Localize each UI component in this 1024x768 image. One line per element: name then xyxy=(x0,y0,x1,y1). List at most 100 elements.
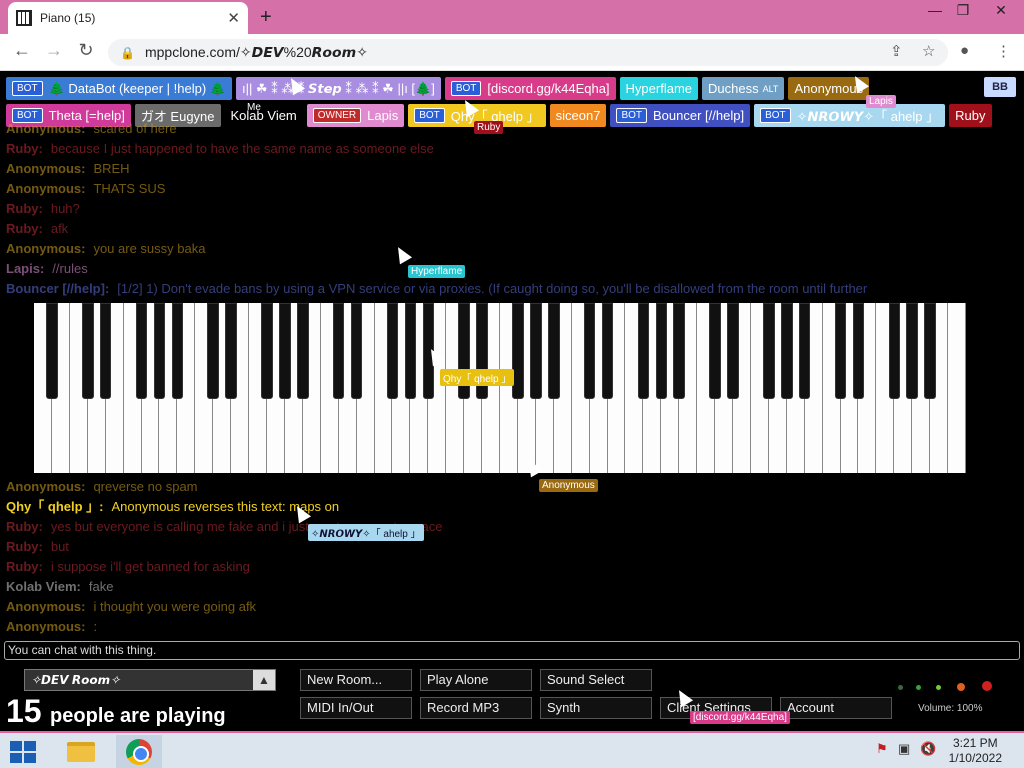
black-key[interactable] xyxy=(171,303,184,399)
chat-author: Ruby: xyxy=(6,519,43,534)
chat-message: Anonymous: THATS SUS xyxy=(6,179,1021,199)
file-explorer-icon[interactable] xyxy=(58,735,104,768)
player-name: 🌲 DataBot (keeper | !help) 🌲 xyxy=(48,80,226,96)
black-key[interactable] xyxy=(404,303,417,399)
chat-author: Anonymous: xyxy=(6,181,86,196)
new-tab-button[interactable]: + xyxy=(260,6,272,29)
black-key[interactable] xyxy=(530,303,542,399)
black-key[interactable] xyxy=(727,303,739,399)
black-key[interactable] xyxy=(763,303,775,399)
cursor-label-nrowy: ✧𝙉𝙍𝙊𝙒𝙔✧「 ahelp 」 xyxy=(308,524,424,541)
bb-button[interactable]: BB xyxy=(984,77,1016,97)
player-chip[interactable]: Duchess ALT xyxy=(702,77,785,100)
lock-icon: 🔒 xyxy=(120,45,135,60)
browser-tab[interactable]: Piano (15) ✕ xyxy=(8,2,248,34)
black-key[interactable] xyxy=(834,303,847,399)
chat-author: Ruby: xyxy=(6,141,43,156)
chat-text: because I just happened to have the same… xyxy=(50,141,434,156)
midi-button[interactable]: MIDI In/Out xyxy=(300,697,412,719)
forward-arrow-icon[interactable]: → xyxy=(42,40,66,61)
black-key[interactable] xyxy=(261,303,273,399)
chat-message: Ruby: i suppose i'll get banned for askin… xyxy=(6,557,1021,577)
chat-message: Ruby: because I just happened to have the… xyxy=(6,139,1021,159)
black-key[interactable] xyxy=(386,303,399,399)
player-name: ı|| ☘ ⁑ ⁂ ⁑ 𝙎𝙩𝙚𝙥 ⁑ ⁂ ⁑ ☘ ||ı [🌲] xyxy=(241,80,435,96)
tab-close-icon[interactable]: ✕ xyxy=(227,9,240,27)
black-key[interactable] xyxy=(279,303,291,399)
sound-select-button[interactable]: Sound Select xyxy=(540,669,652,691)
chat-message: Ruby: yes but everyone is calling me fake… xyxy=(6,517,1021,537)
windows-taskbar: ⚑ ▣ 🔇 3:21 PM 1/10/2022 xyxy=(0,731,1024,768)
synth-button[interactable]: Synth xyxy=(540,697,652,719)
black-key[interactable] xyxy=(207,303,219,399)
black-key[interactable] xyxy=(924,303,936,399)
black-key[interactable] xyxy=(637,303,650,399)
black-key[interactable] xyxy=(673,303,685,399)
menu-kebab-icon[interactable]: ⋮ xyxy=(996,42,1011,60)
black-key[interactable] xyxy=(601,303,614,399)
new-room-button[interactable]: New Room... xyxy=(300,669,412,691)
chat-input[interactable]: You can chat with this thing. xyxy=(4,641,1020,660)
system-clock[interactable]: 3:21 PM 1/10/2022 xyxy=(949,736,1002,766)
tab-title: Piano (15) xyxy=(40,11,96,25)
address-bar[interactable]: 🔒 mppclone.com/✧𝘿𝙀𝙑%20𝙍𝙤𝙤𝙢✧ xyxy=(108,39,948,66)
black-key[interactable] xyxy=(225,303,237,399)
white-key[interactable] xyxy=(948,303,966,473)
player-chip[interactable]: BOT 🌲 DataBot (keeper | !help) 🌲 xyxy=(6,77,232,100)
chat-message: Anonymous: qreverse no spam xyxy=(6,477,1021,497)
clock-date: 1/10/2022 xyxy=(948,751,1002,765)
player-count-number: 15 xyxy=(6,693,42,729)
cursor-label-lapis: Lapis xyxy=(866,95,896,108)
windows-start-icon[interactable] xyxy=(10,741,36,763)
black-key[interactable] xyxy=(655,303,668,399)
chat-message: Bouncer [//help]: [1/2] 1) Don't evade ba… xyxy=(6,279,1021,299)
black-key[interactable] xyxy=(906,303,918,399)
chat-text: THATS SUS xyxy=(93,181,166,196)
black-key[interactable] xyxy=(135,303,148,399)
black-key[interactable] xyxy=(583,303,596,399)
player-chip[interactable]: ı|| ☘ ⁑ ⁂ ⁑ 𝙎𝙩𝙚𝙥 ⁑ ⁂ ⁑ ☘ ||ı [🌲] xyxy=(235,77,441,100)
room-selector[interactable]: ✧𝘿𝙀𝙑 𝙍𝙤𝙤𝙢✧ ▲ xyxy=(24,669,276,691)
back-arrow-icon[interactable]: ← xyxy=(10,40,34,61)
black-key[interactable] xyxy=(82,303,94,399)
piano-keyboard[interactable] xyxy=(34,303,966,473)
reload-icon[interactable]: ↻ xyxy=(74,40,98,61)
play-alone-button[interactable]: Play Alone xyxy=(420,669,532,691)
record-mp3-button[interactable]: Record MP3 xyxy=(420,697,532,719)
window-close-button[interactable]: ✕ xyxy=(986,2,1016,19)
speaker-muted-icon[interactable]: 🔇 xyxy=(920,741,936,757)
black-key[interactable] xyxy=(852,303,865,399)
black-key[interactable] xyxy=(781,303,793,399)
chrome-icon[interactable] xyxy=(116,735,162,768)
room-dropdown-arrow-icon[interactable]: ▲ xyxy=(253,670,275,690)
account-button[interactable]: Account xyxy=(780,697,892,719)
chat-author: Ruby: xyxy=(6,221,43,236)
chat-text: you are sussy baka xyxy=(93,241,206,256)
cursor-label-discord: [discord.gg/k44Eqha] xyxy=(690,711,790,724)
player-chip[interactable]: Hyperflame xyxy=(619,77,699,100)
chat-log: Anonymous: scared of here Ruby: because I j… xyxy=(6,119,1021,299)
bookmark-star-icon[interactable]: ☆ xyxy=(922,42,935,60)
cursor-label-ruby: Ruby xyxy=(474,121,504,134)
share-icon[interactable]: ⇪ xyxy=(890,42,903,60)
profile-avatar-icon[interactable]: ● xyxy=(960,42,969,59)
black-key[interactable] xyxy=(99,303,112,399)
black-key[interactable] xyxy=(297,303,309,399)
volume-slider[interactable]: Volume: 100% xyxy=(918,703,983,714)
black-key[interactable] xyxy=(798,303,811,399)
black-key[interactable] xyxy=(332,303,345,399)
restore-button[interactable]: ❐ xyxy=(948,2,978,19)
network-icon[interactable]: ▣ xyxy=(898,741,910,757)
black-key[interactable] xyxy=(548,303,560,399)
black-key[interactable] xyxy=(46,303,58,399)
black-key[interactable] xyxy=(153,303,166,399)
chat-author: Anonymous: xyxy=(6,241,86,256)
chat-message: Ruby: huh? xyxy=(6,199,1021,219)
black-key[interactable] xyxy=(709,303,721,399)
chat-text: //rules xyxy=(52,261,88,276)
black-key[interactable] xyxy=(888,303,901,399)
flag-icon[interactable]: ⚑ xyxy=(876,741,888,757)
black-key[interactable] xyxy=(350,303,363,399)
minimize-button[interactable]: — xyxy=(920,2,950,18)
cursor-label-qhy: Qhy「 qhelp 」 xyxy=(440,369,515,386)
